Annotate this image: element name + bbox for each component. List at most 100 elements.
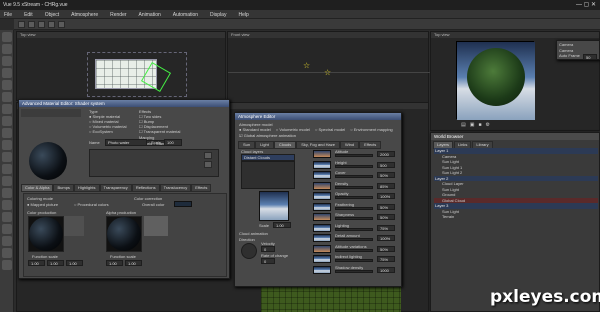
redo-icon[interactable] (58, 21, 65, 28)
slider-track[interactable] (335, 196, 373, 199)
alpha-function-preview[interactable] (106, 216, 142, 252)
slider-track[interactable] (335, 206, 373, 210)
render-icon[interactable] (2, 260, 12, 270)
slider-value-field[interactable]: 2000 (377, 151, 395, 157)
menu-item[interactable]: Edit (24, 12, 33, 18)
slider-value-field[interactable]: 75% (377, 224, 395, 231)
material-effect-checkbox[interactable]: ☐ Transparent material (139, 129, 227, 134)
slider-value-field[interactable]: 50% (377, 214, 395, 220)
material-layers-list[interactable] (89, 149, 219, 177)
function-scale-field[interactable]: 1.00 (66, 260, 83, 266)
velocity-field[interactable]: 0 (261, 246, 275, 252)
material-tab[interactable]: Color & Alpha (21, 184, 54, 192)
slider-track[interactable] (335, 227, 373, 231)
atmosphere-tab[interactable]: Sun (238, 141, 256, 149)
text-icon[interactable] (2, 56, 12, 66)
atmosphere-model-radio[interactable]: ○ Volumetric model (276, 127, 310, 132)
direction-dial[interactable] (241, 243, 257, 259)
slider-value-field[interactable]: 75% (377, 256, 395, 262)
cloud-scale-field[interactable]: 1.00 (273, 222, 291, 228)
cloud-preview[interactable] (259, 191, 289, 221)
light-icon[interactable] (2, 164, 12, 174)
slider-value-field[interactable]: 100% (377, 235, 395, 241)
material-tab[interactable]: Effects (191, 184, 212, 192)
slider-track[interactable] (335, 185, 373, 189)
slider-value-field[interactable]: 50% (377, 172, 395, 178)
material-tab[interactable]: Transparency (99, 184, 132, 192)
torus-icon[interactable] (2, 92, 12, 102)
rate-field[interactable]: 0 (261, 258, 275, 264)
remove-layer-icon[interactable] (204, 161, 212, 168)
sun-star-icon[interactable]: ☆ (324, 68, 331, 77)
save-icon[interactable] (38, 21, 45, 28)
global-animation-checkbox[interactable]: ☑ Global atmosphere animation (239, 133, 296, 138)
focal-field[interactable]: 50 (583, 54, 597, 60)
material-type-radio[interactable]: ○ EcoSystem (89, 129, 127, 134)
material-tab[interactable]: Reflections (131, 184, 160, 192)
sphere-icon[interactable] (2, 32, 12, 42)
viewport-front[interactable]: Front view ☆ ☆ (227, 31, 430, 109)
atmosphere-tab[interactable]: Wind (340, 141, 360, 149)
atmosphere-tab[interactable]: Light (255, 141, 274, 149)
atmosphere-model-radio[interactable]: ○ Environment mapping (350, 127, 392, 132)
mode-procedural-radio[interactable]: ○ Procedural colors (74, 202, 109, 207)
color-map-swatch[interactable] (64, 216, 84, 236)
slider-track[interactable] (335, 248, 373, 252)
cylinder-icon[interactable] (2, 68, 12, 78)
boolean-icon[interactable] (2, 224, 12, 234)
new-icon[interactable] (18, 21, 25, 28)
add-layer-icon[interactable] (204, 152, 212, 159)
terrain-icon[interactable] (2, 116, 12, 126)
sun-star-icon[interactable]: ☆ (303, 61, 310, 70)
cloud-icon[interactable] (2, 200, 12, 210)
render-small-icon[interactable]: ▤ (461, 122, 466, 128)
slider-track[interactable] (335, 217, 373, 220)
atmosphere-tab[interactable]: Sky, Fog and Haze (296, 141, 340, 149)
group-icon[interactable] (2, 212, 12, 222)
function-scale-field[interactable]: 1.00 (28, 260, 45, 266)
material-tab[interactable]: Highlights (73, 184, 100, 192)
water-icon[interactable] (2, 128, 12, 138)
render-large-icon[interactable]: ■ (478, 122, 481, 128)
overall-color-swatch[interactable] (174, 201, 192, 207)
plant-icon[interactable] (2, 152, 12, 162)
slider-track[interactable] (335, 238, 373, 241)
atmosphere-model-radio[interactable]: ○ Spectral model (315, 127, 345, 132)
alpha-map-swatch[interactable] (144, 216, 168, 236)
atmosphere-model-radio[interactable]: ● Standard model (239, 127, 271, 132)
scale-field[interactable]: 100 (164, 139, 182, 146)
metablob-icon[interactable] (2, 236, 12, 246)
cloud-layer-list[interactable] (241, 161, 295, 189)
menu-item[interactable]: Animation (139, 12, 161, 18)
slider-track[interactable] (335, 259, 373, 262)
rock-icon[interactable] (2, 140, 12, 150)
cone-icon[interactable] (2, 80, 12, 90)
cube-icon[interactable] (2, 44, 12, 54)
open-icon[interactable] (28, 21, 35, 28)
function-scale-field[interactable]: 1.00 (125, 260, 142, 266)
object-row[interactable]: Terrain (434, 214, 598, 220)
mode-mapped-radio[interactable]: ● Mapped picture (27, 202, 58, 207)
atmosphere-tab[interactable]: Effects (359, 141, 382, 149)
camera-icon[interactable] (2, 176, 12, 186)
function-scale-field[interactable]: 1.00 (106, 260, 123, 266)
hypertexture-icon[interactable] (2, 248, 12, 258)
menu-item[interactable]: File (4, 12, 12, 18)
slider-value-field[interactable]: 85% (377, 182, 395, 189)
slider-value-field[interactable]: 50% (377, 245, 395, 252)
material-tab[interactable]: Translucency (159, 184, 192, 192)
menu-item[interactable]: Render (110, 12, 126, 18)
material-tab[interactable]: Bumps (53, 184, 74, 192)
slider-value-field[interactable]: 100% (377, 193, 395, 199)
slider-value-field[interactable]: 500 (377, 161, 395, 168)
window-controls[interactable]: — ▢ ✕ (576, 1, 596, 8)
atmosphere-tab[interactable]: Clouds (273, 141, 297, 149)
slider-track[interactable] (335, 269, 373, 273)
render-settings-icon[interactable]: ⚙ (486, 122, 490, 128)
slider-track[interactable] (335, 164, 373, 168)
slider-value-field[interactable]: 1000 (377, 266, 395, 273)
render-medium-icon[interactable]: ▣ (470, 122, 475, 128)
menu-item[interactable]: Automation (173, 12, 198, 18)
slider-track[interactable] (335, 154, 373, 157)
ecosystem-icon[interactable] (2, 188, 12, 198)
